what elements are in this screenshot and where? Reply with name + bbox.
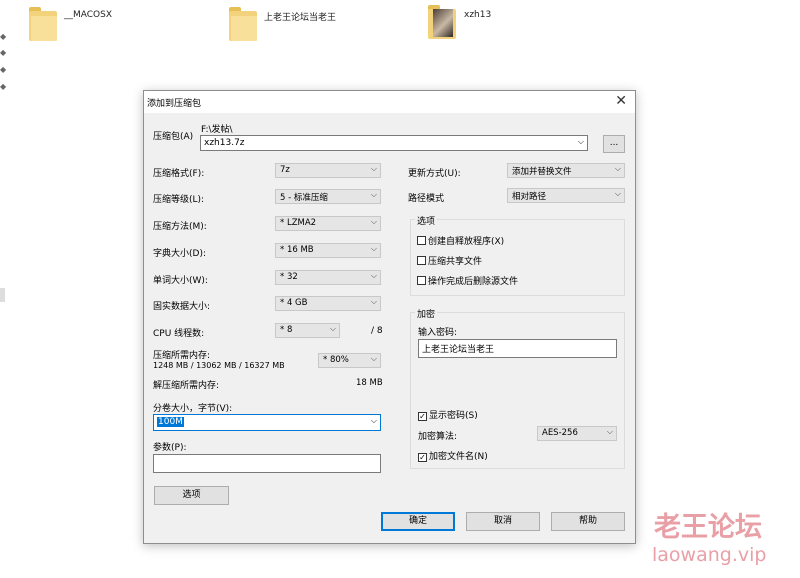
mem-decomp-value: 18 MB — [356, 378, 383, 388]
archive-name-input[interactable]: xzh13.7z ⌵ — [200, 135, 588, 151]
threads-label: CPU 线程数: — [153, 329, 205, 339]
folder-icon[interactable] — [229, 7, 257, 41]
encryption-method-select[interactable]: AES-256 ⌵ — [537, 426, 617, 441]
chevron-down-icon: ⌵ — [370, 297, 377, 306]
folder-name[interactable]: __MACOSX — [64, 10, 112, 20]
update-select[interactable]: 添加并替换文件 ⌵ — [507, 163, 625, 178]
folder-image-icon[interactable] — [428, 5, 456, 39]
password-label: 输入密码: — [418, 328, 458, 338]
dict-label: 字典大小(D): — [153, 249, 206, 259]
dict-select[interactable]: * 16 MB ⌵ — [275, 243, 381, 258]
update-label: 更新方式(U): — [408, 169, 461, 179]
format-select[interactable]: 7z ⌵ — [275, 163, 381, 178]
level-label: 压缩等级(L): — [153, 195, 205, 205]
mem-decomp-label: 解压缩所需内存: — [153, 381, 220, 391]
method-label: 压缩方法(M): — [153, 222, 207, 232]
solid-label: 固实数据大小: — [153, 302, 211, 312]
chevron-down-icon[interactable]: ⌵ — [578, 137, 584, 147]
delete-after-checkbox[interactable]: 操作完成后删除源文件 — [417, 274, 518, 287]
mem-comp-label: 压缩所需内存: — [153, 351, 211, 361]
method-select[interactable]: * LZMA2 ⌵ — [275, 216, 381, 231]
watermark-url: laowang.vip — [652, 544, 767, 566]
chevron-down-icon: ⌵ — [614, 164, 621, 173]
chevron-down-icon: ⌵ — [370, 190, 377, 199]
folder-icon[interactable] — [29, 7, 57, 41]
help-button[interactable]: 帮助 — [551, 512, 625, 531]
chevron-down-icon: ⌵ — [370, 217, 377, 226]
params-label: 参数(P): — [153, 443, 187, 453]
word-select[interactable]: * 32 ⌵ — [275, 270, 381, 285]
encrypt-names-checkbox[interactable]: ✓ 加密文件名(N) — [418, 449, 488, 462]
chevron-down-icon: ⌵ — [606, 427, 613, 436]
desktop-edge-mark: ◆ — [0, 82, 7, 91]
shared-files-checkbox[interactable]: 压缩共享文件 — [417, 254, 482, 267]
pathmode-select[interactable]: 相对路径 ⌵ — [507, 188, 625, 203]
threads-select[interactable]: * 8 ⌵ — [275, 323, 340, 338]
threads-max: / 8 — [371, 326, 383, 336]
desktop-edge-mark: ◆ — [0, 32, 7, 41]
options-group-title: 选项 — [415, 214, 438, 227]
mem-comp-detail: 1248 MB / 13062 MB / 16327 MB — [153, 361, 285, 370]
show-password-checkbox[interactable]: ✓ 显示密码(S) — [418, 408, 478, 421]
ok-button[interactable]: 确定 — [381, 512, 455, 531]
volume-size-input[interactable]: 100M ⌵ — [153, 414, 381, 431]
desktop-edge-mark: ◆ — [0, 65, 7, 74]
folder-name[interactable]: xzh13 — [464, 10, 491, 20]
folder-name[interactable]: 上老王论坛当老王 — [264, 10, 336, 23]
password-input[interactable]: 上老王论坛当老王 — [418, 339, 617, 358]
chevron-down-icon: ⌵ — [370, 354, 377, 363]
options-group: 选项 创建自释放程序(X) 压缩共享文件 操作完成后删除源文件 — [410, 214, 625, 296]
options-button[interactable]: 选项 — [154, 486, 229, 505]
chevron-down-icon: ⌵ — [370, 244, 377, 253]
archive-label: 压缩包(A) — [153, 132, 194, 142]
chevron-down-icon[interactable]: ⌵ — [371, 416, 377, 426]
level-select[interactable]: 5 - 标准压缩 ⌵ — [275, 189, 381, 204]
desktop-edge-mark: ◆ — [0, 48, 7, 57]
archive-path: F:\发帖\ — [201, 125, 233, 135]
solid-select[interactable]: * 4 GB ⌵ — [275, 296, 381, 311]
chevron-down-icon: ⌵ — [370, 271, 377, 280]
word-label: 单词大小(W): — [153, 276, 208, 286]
add-to-archive-dialog: 添加到压缩包 ✕ 压缩包(A) F:\发帖\ xzh13.7z ⌵ ... 压缩… — [143, 90, 636, 544]
encryption-group-title: 加密 — [415, 307, 438, 320]
close-icon[interactable]: ✕ — [615, 93, 627, 109]
chevron-down-icon: ⌵ — [614, 189, 621, 198]
watermark-title: 老王论坛 — [654, 512, 762, 543]
desktop-edge-bar — [0, 288, 5, 302]
mem-usage-select[interactable]: * 80% ⌵ — [318, 353, 381, 368]
encryption-group: 加密 输入密码: 上老王论坛当老王 ✓ 显示密码(S) 加密算法: AES-256… — [410, 307, 625, 469]
pathmode-label: 路径模式 — [408, 194, 445, 204]
format-label: 压缩格式(F): — [153, 169, 205, 179]
cancel-button[interactable]: 取消 — [466, 512, 540, 531]
chevron-down-icon: ⌵ — [329, 324, 336, 333]
encryption-method-label: 加密算法: — [418, 432, 458, 442]
dialog-title: 添加到压缩包 — [147, 99, 202, 109]
chevron-down-icon: ⌵ — [370, 164, 377, 173]
params-input[interactable] — [153, 454, 381, 473]
volume-label: 分卷大小，字节(V): — [153, 404, 233, 414]
title-bar: 添加到压缩包 ✕ — [144, 91, 635, 113]
browse-button[interactable]: ... — [603, 135, 625, 153]
sfx-checkbox[interactable]: 创建自释放程序(X) — [417, 234, 504, 247]
